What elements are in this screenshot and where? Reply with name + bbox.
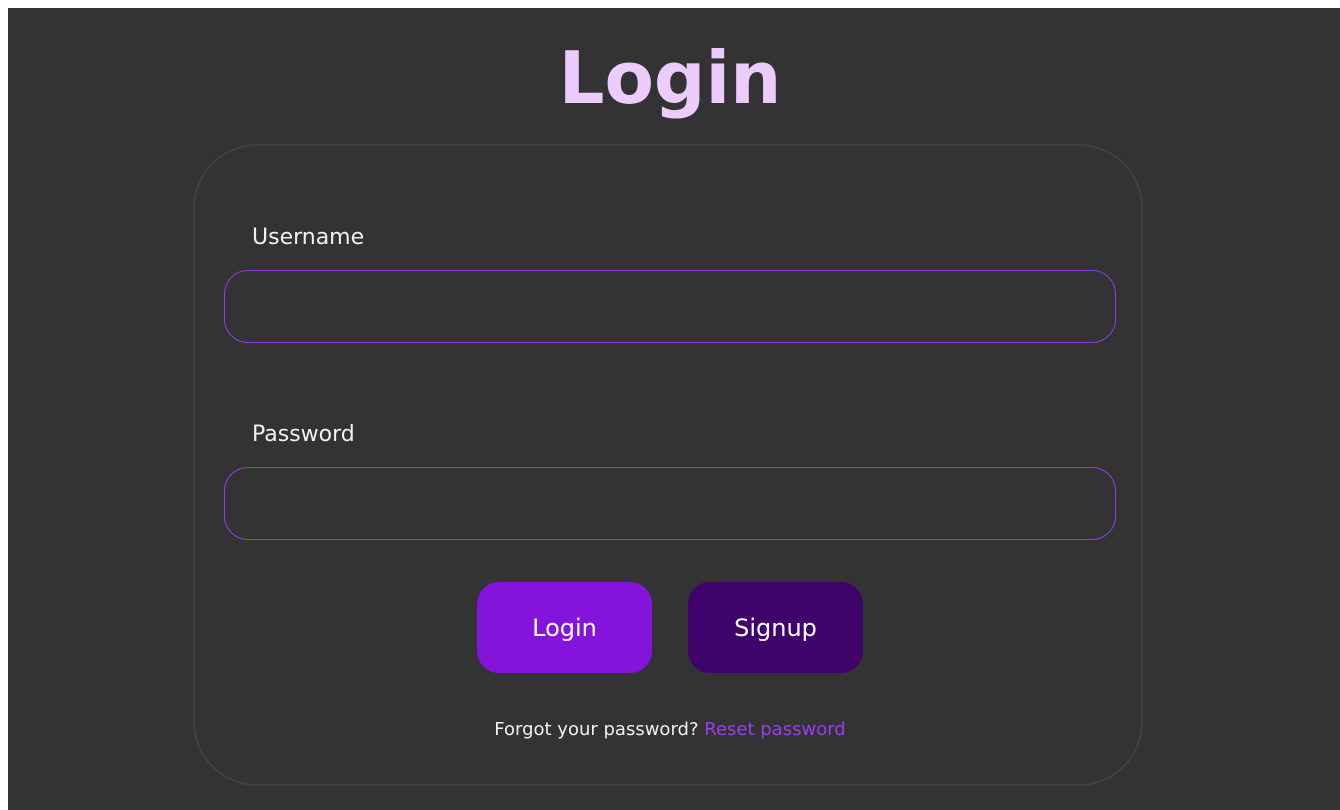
signup-button[interactable]: Signup [688,582,863,673]
password-input[interactable] [224,467,1116,540]
login-button[interactable]: Login [477,582,652,673]
forgot-password-prompt: Forgot your password? [494,719,699,740]
username-input[interactable] [224,270,1116,343]
reset-password-link[interactable]: Reset password [704,719,845,740]
username-label: Username [252,225,365,250]
password-label: Password [252,422,355,447]
forgot-password-line: Forgot your password? Reset password [0,717,1340,743]
page-title: Login [558,36,782,120]
